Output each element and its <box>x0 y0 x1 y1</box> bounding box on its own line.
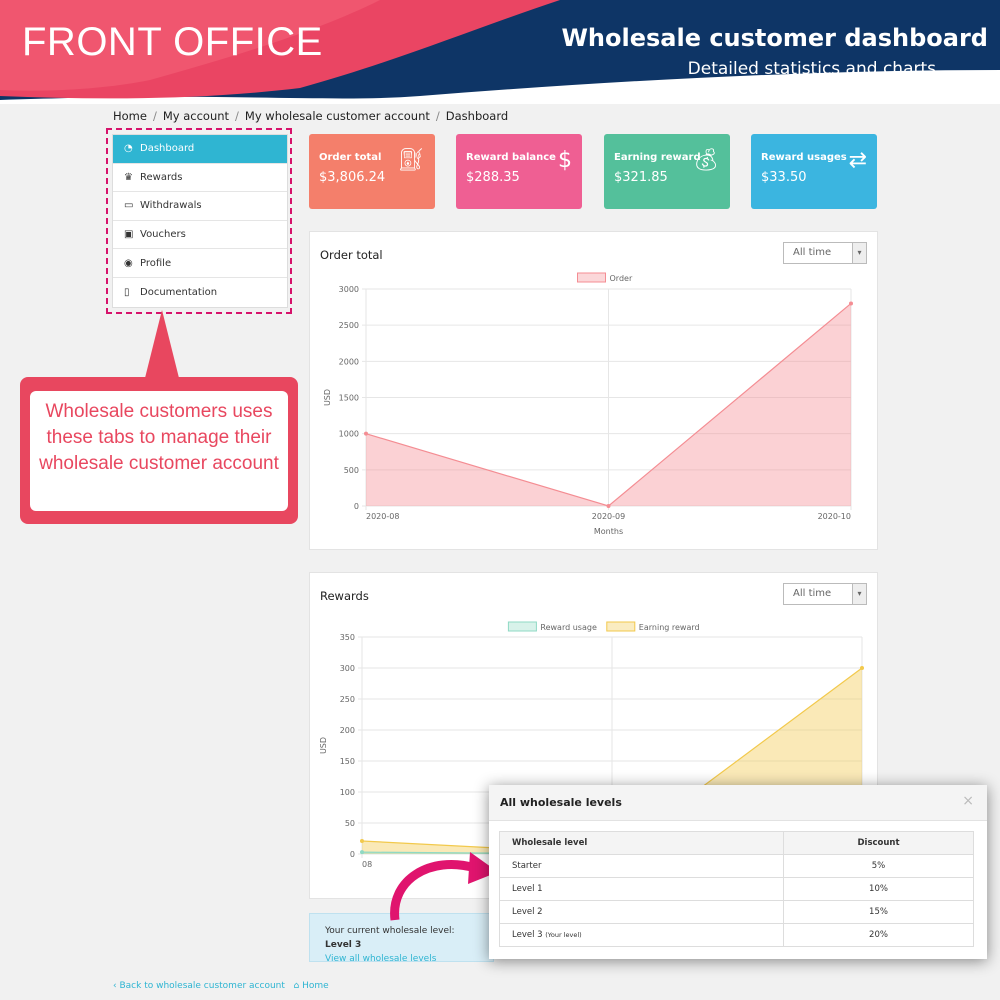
data-point <box>360 850 364 855</box>
current-level: Level 3 <box>325 940 362 950</box>
card-order-total: Order total $3,806.24 ⛽︎ <box>309 134 435 209</box>
level-name: Starter <box>498 854 785 878</box>
y-tick-label: 1500 <box>339 394 359 403</box>
table-row: Level 2 15% <box>498 900 974 924</box>
data-point <box>606 504 611 508</box>
order-total-panel: Order total All time ▾ 0 500 1000 1500 2000 25… <box>309 231 878 550</box>
data-point <box>364 431 368 436</box>
table-header-row: Wholesale level Discount <box>498 831 974 855</box>
y-tick-label: 0 <box>354 502 359 511</box>
view-all-levels-link[interactable]: View all wholesale levels <box>325 954 436 964</box>
card-value: $288.35 <box>466 170 520 185</box>
legend-label: Reward usage <box>540 623 597 632</box>
callout-pointer <box>145 310 179 378</box>
y-tick-label: 300 <box>340 664 355 673</box>
y-tick-label: 100 <box>340 788 355 797</box>
x-tick-label: 2020-08 <box>366 512 399 521</box>
y-tick-label: 350 <box>340 633 355 642</box>
breadcrumb-my-account[interactable]: My account <box>163 109 229 123</box>
highlight-dashed-border <box>106 128 292 314</box>
home-icon: ⌂ <box>293 981 300 991</box>
home-link[interactable]: Home <box>302 981 329 991</box>
money-bag-hand-icon: 💰︎ <box>692 148 720 173</box>
legend-label: Order <box>610 274 633 283</box>
level-discount: 10% <box>783 877 974 901</box>
breadcrumb-wholesale-account[interactable]: My wholesale customer account <box>245 109 430 123</box>
data-point <box>360 838 364 843</box>
breadcrumb-dashboard: Dashboard <box>445 109 509 123</box>
data-point <box>849 301 853 306</box>
table-row: Starter 5% <box>498 854 974 878</box>
x-tick-label: 2020-09 <box>592 512 625 521</box>
x-axis-label: Months <box>594 527 623 536</box>
card-reward-balance: Reward balance $288.35 $ <box>456 134 582 209</box>
header-discount: Discount <box>783 831 974 855</box>
legend-swatch <box>606 621 636 632</box>
level-discount: 15% <box>783 900 974 924</box>
y-tick-label: 0 <box>350 850 355 859</box>
card-earning-reward: Earning reward $321.85 💰︎ <box>604 134 730 209</box>
table-row: Level 3 (Your level) 20% <box>498 923 974 947</box>
breadcrumb-home[interactable]: Home <box>113 109 147 123</box>
x-tick-label: 2020-10 <box>818 512 851 521</box>
y-tick-label: 250 <box>340 695 355 704</box>
card-reward-usages: Reward usages $33.50 ⇄ <box>751 134 877 209</box>
y-tick-label: 2500 <box>339 321 359 330</box>
money-exchange-icon: ⇄ <box>848 148 867 173</box>
level-discount: 20% <box>783 923 974 947</box>
level-discount: 5% <box>783 854 974 878</box>
legend-swatch <box>577 272 606 283</box>
basket-icon: ⛽︎ <box>397 148 425 173</box>
banner: FRONT OFFICE Wholesale customer dashboar… <box>0 0 1000 104</box>
y-axis-label: USD <box>323 389 332 406</box>
y-tick-label: 500 <box>344 466 359 475</box>
modal-title: All wholesale levels <box>489 785 987 821</box>
dollar-bill-icon: $ <box>558 148 572 173</box>
wholesale-levels-modal: All wholesale levels × Wholesale level Di… <box>489 785 987 959</box>
legend-label: Earning reward <box>639 623 700 632</box>
banner-subtitle: Detailed statistics and charts <box>687 59 936 79</box>
banner-label: FRONT OFFICE <box>22 20 323 64</box>
header-level: Wholesale level <box>498 831 785 855</box>
level-name: Level 3 <box>512 930 543 940</box>
back-link[interactable]: Back to wholesale customer account <box>119 981 284 991</box>
banner-title: Wholesale customer dashboard <box>561 24 988 52</box>
y-tick-label: 200 <box>340 726 355 735</box>
y-tick-label: 1000 <box>339 430 359 439</box>
callout: Wholesale customers uses these tabs to m… <box>20 377 298 524</box>
y-tick-label: 150 <box>340 757 355 766</box>
levels-table: Wholesale level Discount Starter 5% Level … <box>498 831 974 947</box>
level-name: Level 1 <box>498 877 785 901</box>
data-point <box>860 666 864 670</box>
footer-links: ‹ Back to wholesale customer account ⌂ H… <box>113 981 329 991</box>
your-level-note: (Your level) <box>545 931 582 939</box>
chevron-left-icon: ‹ <box>113 981 117 991</box>
y-tick-label: 3000 <box>339 285 359 294</box>
legend-swatch <box>507 621 537 632</box>
order-chart: 0 500 1000 1500 2000 2500 3000 2020-08 2020-09 20… <box>323 272 853 536</box>
level-name: Level 2 <box>498 900 785 924</box>
close-icon[interactable]: × <box>962 793 974 809</box>
callout-text: Wholesale customers uses these tabs to m… <box>30 391 288 511</box>
y-tick-label: 50 <box>345 819 355 828</box>
y-tick-label: 2000 <box>339 357 359 366</box>
table-row: Level 1 10% <box>498 877 974 901</box>
card-label: Reward balance <box>466 152 556 163</box>
breadcrumb: Home / My account / My wholesale customer ac… <box>113 109 509 123</box>
y-axis-label: USD <box>319 737 328 754</box>
